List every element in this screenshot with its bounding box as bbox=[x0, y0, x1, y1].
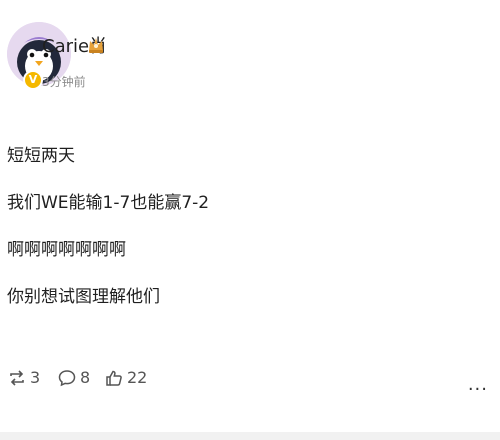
comment-icon bbox=[58, 369, 76, 386]
post-line: 啊啊啊啊啊啊啊 bbox=[7, 240, 126, 260]
action-bar: 3 8 22 ... bbox=[0, 368, 500, 396]
repost-icon bbox=[10, 369, 24, 386]
post-line: 短短两天 bbox=[7, 146, 75, 166]
like-count: 22 bbox=[127, 368, 148, 387]
divider bbox=[0, 432, 500, 440]
comment-count: 8 bbox=[80, 368, 91, 387]
crown-icon[interactable] bbox=[87, 34, 105, 54]
more-icon[interactable]: ... bbox=[468, 374, 488, 395]
post-time: 3分钟前 bbox=[42, 75, 86, 89]
post-content: 短短两天 我们WE能输1-7也能赢7-2 啊啊啊啊啊啊啊 你别想试图理解他们 bbox=[7, 140, 209, 328]
post-line: 你别想试图理解他们 bbox=[7, 287, 160, 307]
repost-button[interactable]: 3 bbox=[8, 368, 40, 387]
verified-badge: V bbox=[23, 70, 43, 90]
like-button[interactable]: 22 bbox=[105, 368, 147, 387]
repost-count: 3 bbox=[30, 368, 41, 387]
comment-button[interactable]: 8 bbox=[58, 368, 90, 387]
post-line: 我们WE能输1-7也能赢7-2 bbox=[7, 193, 210, 213]
thumb-up-icon bbox=[106, 370, 122, 386]
